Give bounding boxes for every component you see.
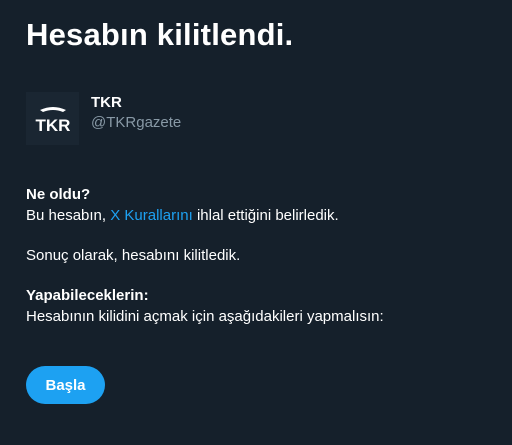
result-text: Sonuç olarak, hesabını kilitledik. — [26, 247, 241, 264]
account-info: TKR @TKRgazete — [91, 94, 181, 132]
account-card: TKR TKR @TKRgazete — [26, 92, 181, 148]
x-rules-link[interactable]: X Kurallarını — [110, 207, 193, 224]
what-you-can-do-text: Hesabının kilidini açmak için aşağıdakil… — [26, 308, 384, 325]
account-handle: @TKRgazete — [91, 114, 182, 131]
what-happened-text-start: Bu hesabın, — [26, 207, 111, 224]
what-happened-section: Ne oldu? Bu hesabın, X Kurallarını ihlal… — [26, 184, 339, 226]
lock-notice-page: Hesabın kilitlendi. TKR TKR @TKRgazete N… — [0, 0, 512, 445]
tkr-logo-icon: TKR — [35, 106, 70, 134]
logo-text: TKR — [35, 116, 70, 134]
what-you-can-do-section: Yapabileceklerin: Hesabının kilidini açm… — [26, 285, 384, 327]
what-happened-text: Bu hesabın, X Kurallarını ihlal ettiğini… — [26, 205, 339, 226]
result-section: Sonuç olarak, hesabını kilitledik. — [26, 245, 240, 266]
what-you-can-do-heading: Yapabileceklerin: — [26, 287, 149, 304]
what-happened-heading: Ne oldu? — [26, 186, 91, 203]
what-happened-text-end: ihlal ettiğini belirledik. — [192, 207, 339, 224]
avatar: TKR — [26, 92, 79, 145]
start-button[interactable]: Başla — [26, 366, 105, 404]
account-name: TKR — [91, 94, 122, 111]
page-title: Hesabın kilitlendi. — [26, 17, 294, 52]
